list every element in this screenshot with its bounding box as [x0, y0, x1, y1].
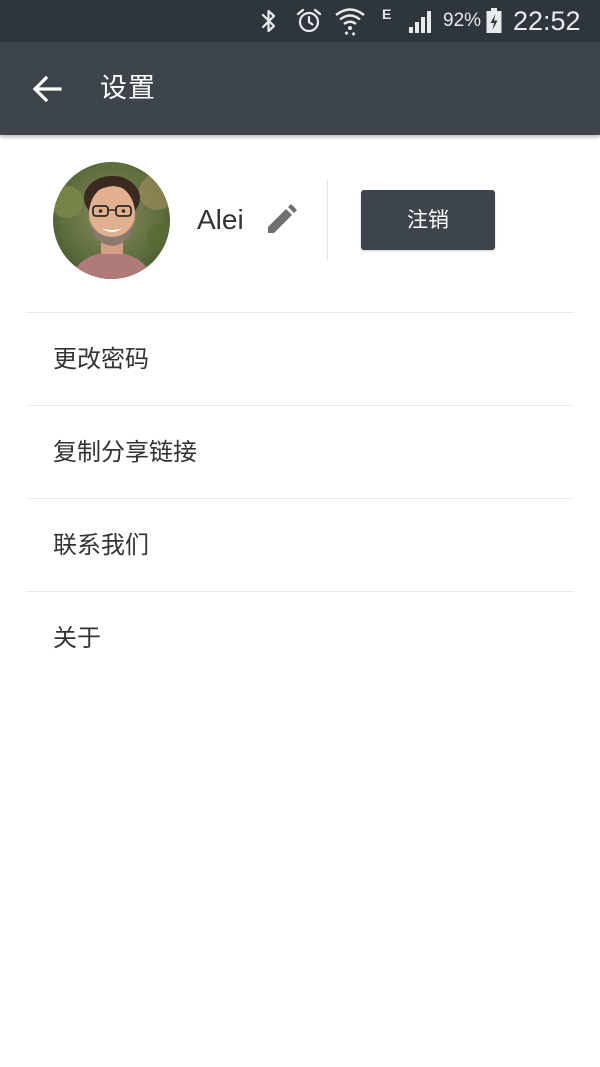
menu-item-label: 复制分享链接 — [53, 438, 197, 466]
menu-item-label: 联系我们 — [53, 531, 149, 559]
menu-item-about[interactable]: 关于 — [26, 591, 574, 684]
page-title: 设置 — [100, 73, 156, 104]
clock-time: 22:52 — [513, 6, 581, 36]
wifi-icon — [334, 5, 366, 37]
menu-item-label: 关于 — [53, 624, 101, 652]
avatar[interactable] — [53, 162, 170, 279]
pencil-icon[interactable] — [262, 201, 300, 239]
profile-section: Alei 注销 — [0, 135, 600, 312]
menu-item-change-password[interactable]: 更改密码 — [26, 312, 574, 405]
username: Alei — [197, 204, 244, 235]
menu-item-label: 更改密码 — [53, 345, 149, 373]
app-bar: 设置 — [0, 42, 600, 135]
status-bar: E 92% 22:52 — [0, 0, 600, 42]
battery-percent: 92% — [443, 10, 482, 31]
battery-charging-icon — [483, 5, 505, 37]
signal-icon — [405, 5, 437, 37]
menu-item-copy-share-link[interactable]: 复制分享链接 — [26, 405, 574, 498]
vertical-divider — [327, 180, 328, 260]
menu-item-contact-us[interactable]: 联系我们 — [26, 498, 574, 591]
logout-button[interactable]: 注销 — [361, 190, 495, 250]
alarm-icon — [295, 5, 323, 37]
settings-menu: 更改密码 复制分享链接 联系我们 关于 — [26, 312, 574, 684]
network-type: E — [382, 6, 392, 22]
arrow-back-icon — [32, 75, 62, 103]
back-button[interactable] — [18, 60, 76, 118]
bluetooth-icon — [257, 5, 281, 37]
